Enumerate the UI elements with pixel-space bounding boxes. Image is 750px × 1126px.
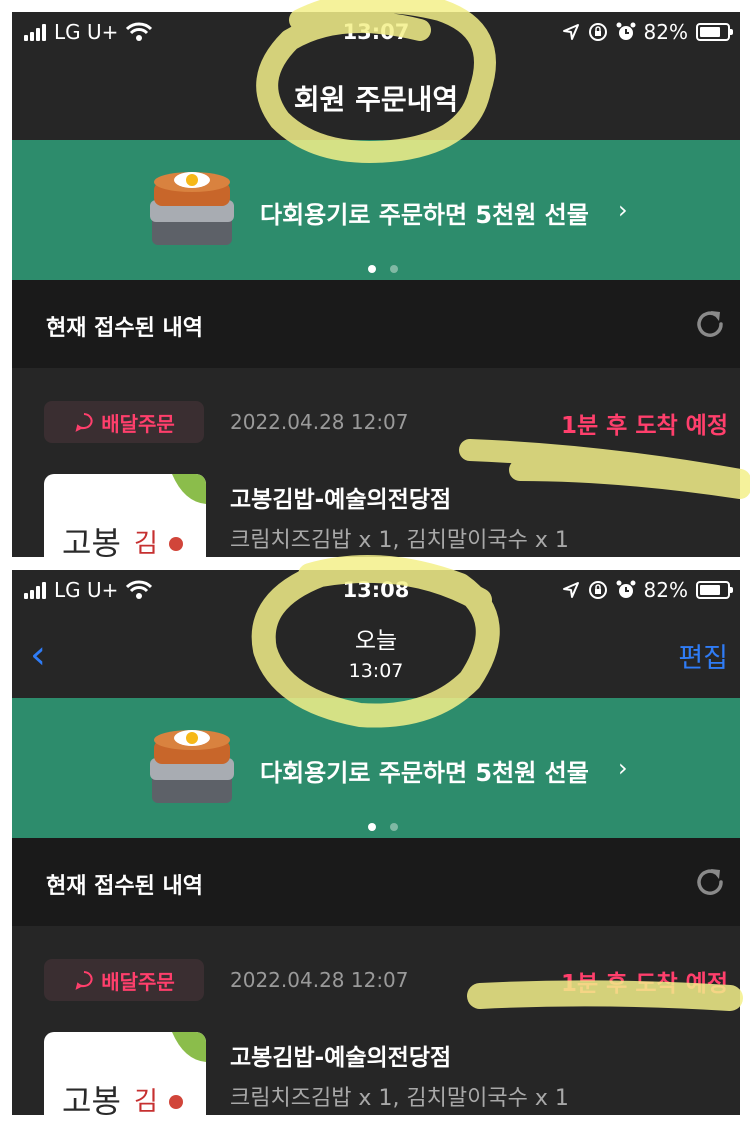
svg-text:고봉: 고봉 bbox=[62, 524, 121, 557]
page-title: 회원 주문내역 bbox=[293, 83, 459, 116]
refresh-icon[interactable] bbox=[692, 306, 728, 342]
battery-percent: 82% bbox=[643, 20, 688, 44]
refresh-icon[interactable] bbox=[692, 864, 728, 900]
chat-bubble-icon bbox=[75, 413, 93, 432]
order-card[interactable]: 배달주문 2022.04.28 12:07 1분 후 도착 예정 고봉 김 고봉김… bbox=[12, 368, 740, 557]
alarm-icon bbox=[616, 22, 636, 40]
food-container-icon bbox=[150, 730, 234, 803]
order-items: 크림치즈김밥 x 1, 김치말이국수 x 1 bbox=[230, 1086, 569, 1111]
chat-bubble-icon bbox=[75, 971, 93, 990]
chevron-right-icon: › bbox=[618, 754, 628, 782]
promo-banner[interactable]: 다회용기로 주문하면 5천원 선물 › bbox=[12, 140, 740, 280]
order-date: 2022.04.28 12:07 bbox=[230, 410, 409, 434]
lock-rotation-icon bbox=[588, 23, 607, 41]
section-title: 현재 접수된 내역 bbox=[46, 316, 203, 341]
nav-bar: 회원 주문내역 bbox=[12, 56, 740, 140]
battery-percent: 82% bbox=[643, 578, 688, 602]
order-type-label: 배달주문 bbox=[101, 969, 175, 994]
alarm-icon bbox=[616, 580, 636, 598]
status-bar: LG U+ 13:08 82% bbox=[12, 570, 740, 614]
order-type-badge: 배달주문 bbox=[44, 401, 204, 443]
store-name: 고봉김밥-예술의전당점 bbox=[230, 487, 452, 513]
svg-text:김: 김 bbox=[134, 529, 158, 557]
order-items: 크림치즈김밥 x 1, 김치말이국수 x 1 bbox=[230, 528, 569, 553]
screenshot-top: LG U+ 13:07 82% 회원 주문내역 다회용기로 주문하면 5천원 선… bbox=[12, 12, 740, 557]
page-indicator bbox=[368, 265, 398, 273]
location-icon bbox=[562, 24, 579, 40]
order-type-badge: 배달주문 bbox=[44, 959, 204, 1001]
order-date: 2022.04.28 12:07 bbox=[230, 968, 409, 992]
screenshot-bottom: LG U+ 13:08 82% ‹ 오늘 13:07 편집 다회용기로 주문하면… bbox=[12, 570, 740, 1115]
battery-icon bbox=[696, 581, 733, 599]
svg-text:고봉: 고봉 bbox=[62, 1082, 121, 1115]
chevron-right-icon: › bbox=[618, 196, 628, 224]
svg-text:김: 김 bbox=[134, 1087, 158, 1115]
section-title: 현재 접수된 내역 bbox=[46, 874, 203, 899]
banner-text: 다회용기로 주문하면 5천원 선물 bbox=[260, 759, 589, 787]
location-icon bbox=[562, 582, 579, 598]
page-title: 오늘 13:07 bbox=[12, 626, 740, 686]
order-eta: 1분 후 도착 예정 bbox=[561, 971, 728, 997]
status-bar: LG U+ 13:07 82% bbox=[12, 12, 740, 56]
lock-rotation-icon bbox=[588, 581, 607, 599]
promo-banner[interactable]: 다회용기로 주문하면 5천원 선물 › bbox=[12, 698, 740, 838]
page-indicator bbox=[368, 823, 398, 831]
section-header: 현재 접수된 내역 bbox=[12, 838, 740, 926]
order-eta: 1분 후 도착 예정 bbox=[561, 413, 728, 439]
nav-subtitle: 13:07 bbox=[348, 660, 404, 682]
store-logo: 고봉 김 bbox=[44, 474, 206, 557]
section-header: 현재 접수된 내역 bbox=[12, 280, 740, 368]
food-container-icon bbox=[150, 172, 234, 245]
nav-bar: ‹ 오늘 13:07 편집 bbox=[12, 614, 740, 698]
order-type-label: 배달주문 bbox=[101, 411, 175, 436]
edit-button[interactable]: 편집 bbox=[678, 636, 728, 675]
nav-title-label: 오늘 bbox=[354, 628, 398, 654]
battery-icon bbox=[696, 23, 733, 41]
store-name: 고봉김밥-예술의전당점 bbox=[230, 1045, 452, 1071]
store-logo: 고봉 김 bbox=[44, 1032, 206, 1115]
banner-text: 다회용기로 주문하면 5천원 선물 bbox=[260, 201, 589, 229]
order-card[interactable]: 배달주문 2022.04.28 12:07 1분 후 도착 예정 고봉 김 고봉김… bbox=[12, 926, 740, 1115]
